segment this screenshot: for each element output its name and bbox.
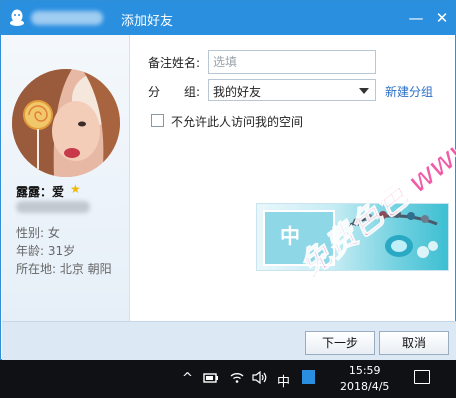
wifi-icon[interactable] [230,370,244,384]
chevron-down-icon [359,88,369,94]
qq-logo-icon [10,9,24,26]
clock-date: 2018/4/5 [340,380,390,393]
group-select[interactable]: 我的好友 [208,79,376,101]
avatar-image [12,69,120,177]
window-title: 添加好友 [121,14,174,29]
group-select-value: 我的好友 [213,85,262,99]
new-group-link[interactable]: 新建分组 [385,83,433,100]
taskbar: ^ 中 15:59 2018/4/5 [0,360,456,398]
group-label-part2: 组: [184,85,201,99]
clock[interactable]: 15:59 2018/4/5 [340,363,389,395]
cancel-button[interactable]: 取消 [379,331,449,355]
blurred-id [16,201,90,213]
avatar [12,69,120,177]
battery-icon[interactable] [203,372,219,384]
blurred-account-name [31,11,103,25]
button-bar: 下一步 取消 [2,321,456,360]
clock-time: 15:59 [348,364,381,377]
volume-icon[interactable] [252,371,268,384]
minimize-button[interactable]: — [405,7,427,29]
chevron-up-icon[interactable]: ^ [182,371,193,386]
notification-icon[interactable] [414,370,430,384]
nickname: 露露：爱 [16,185,65,199]
remark-label: 备注姓名: [148,56,201,70]
age-info: 年龄: 31岁 [16,244,76,258]
location-info: 所在地: 北京 朝阳 [16,262,112,276]
privacy-checkbox[interactable] [151,114,164,127]
profile-panel: 露露：爱 ★ 性别: 女 年龄: 31岁 所在地: 北京 朝阳 [2,35,130,321]
star-icon: ★ [70,182,81,196]
gender-info: 性别: 女 [16,226,60,240]
title-bar[interactable]: 添加好友 — ✕ [1,1,455,35]
privacy-checkbox-label: 不允许此人访问我的空间 [171,115,304,129]
ime-indicator[interactable]: 中 [277,371,290,390]
qq-tray-icon[interactable] [302,370,315,384]
remark-input[interactable] [208,50,376,74]
close-button[interactable]: ✕ [431,7,453,29]
next-button[interactable]: 下一步 [305,331,375,355]
group-label-part1: 分 [148,85,161,99]
